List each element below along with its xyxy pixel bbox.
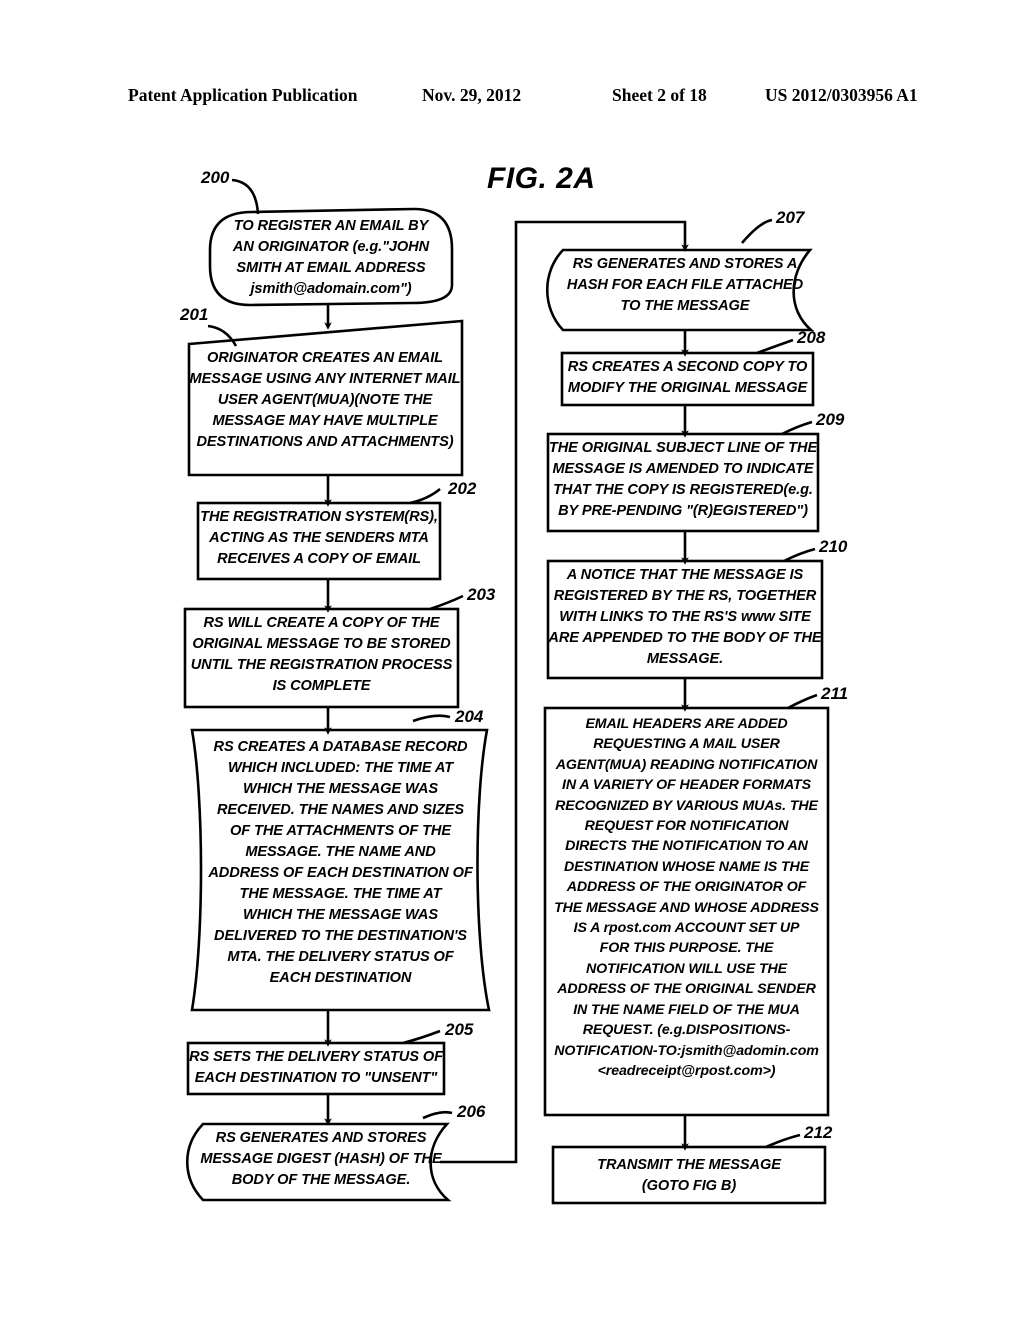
ref-label-204: 204 [455, 707, 484, 726]
ref-205-leader [402, 1029, 441, 1045]
ref-label-205: 205 [445, 1020, 474, 1039]
flowchart-canvas [183, 178, 830, 1205]
ref-203-leader [429, 594, 464, 611]
ref-label-208: 208 [797, 328, 826, 347]
node-209-text: THE ORIGINAL SUBJECT LINE OF THE MESSAGE… [548, 440, 818, 519]
node-208-text: RS CREATES A SECOND COPY TO MODIFY THE O… [567, 359, 808, 396]
ref-label-209: 209 [816, 410, 845, 429]
ref-label-210: 210 [819, 537, 848, 556]
node-203-text: RS WILL CREATE A COPY OF THE ORIGINAL ME… [190, 615, 453, 694]
ref-209-leader [781, 420, 813, 436]
ref-207-leader [741, 218, 773, 244]
node-206-text: RS GENERATES AND STORES MESSAGE DIGEST (… [200, 1130, 442, 1188]
ref-200-leader [231, 178, 260, 215]
ref-208-leader [756, 338, 794, 355]
ref-label-206: 206 [457, 1102, 486, 1121]
ref-206-leader [422, 1110, 453, 1120]
ref-label-201: 201 [180, 305, 209, 324]
node-205-text: RS SETS THE DELIVERY STATUS OF EACH DEST… [189, 1049, 443, 1086]
ref-212-leader [765, 1133, 801, 1149]
ref-label-212: 212 [804, 1123, 833, 1142]
node-200-text: TO REGISTER AN EMAIL BY AN ORIGINATOR (e… [232, 218, 430, 297]
ref-label-211: 211 [821, 684, 849, 703]
node-201-text: ORIGINATOR CREATES AN EMAIL MESSAGE USIN… [189, 350, 461, 450]
ref-210-leader [783, 547, 816, 563]
node-204-text: RS CREATES A DATABASE RECORD WHICH INCLU… [208, 739, 473, 986]
ref-202-leader [409, 487, 441, 505]
ref-211-leader [787, 693, 818, 710]
node-210-text: A NOTICE THAT THE MESSAGE IS REGISTERED … [548, 567, 822, 667]
ref-label-200: 200 [201, 168, 230, 187]
ref-204-leader [412, 714, 451, 723]
node-207-text: RS GENERATES AND STORES A HASH FOR EACH … [566, 256, 804, 314]
node-202-text: THE REGISTRATION SYSTEM(RS), ACTING AS T… [200, 509, 438, 567]
ref-label-202: 202 [448, 479, 477, 498]
node-211-text: EMAIL HEADERS ARE ADDED REQUESTING A MAI… [554, 716, 819, 1079]
ref-label-203: 203 [467, 585, 496, 604]
ref-label-207: 207 [776, 208, 805, 227]
node-212-text: TRANSMIT THE MESSAGE (GOTO FIG B) [597, 1157, 781, 1194]
